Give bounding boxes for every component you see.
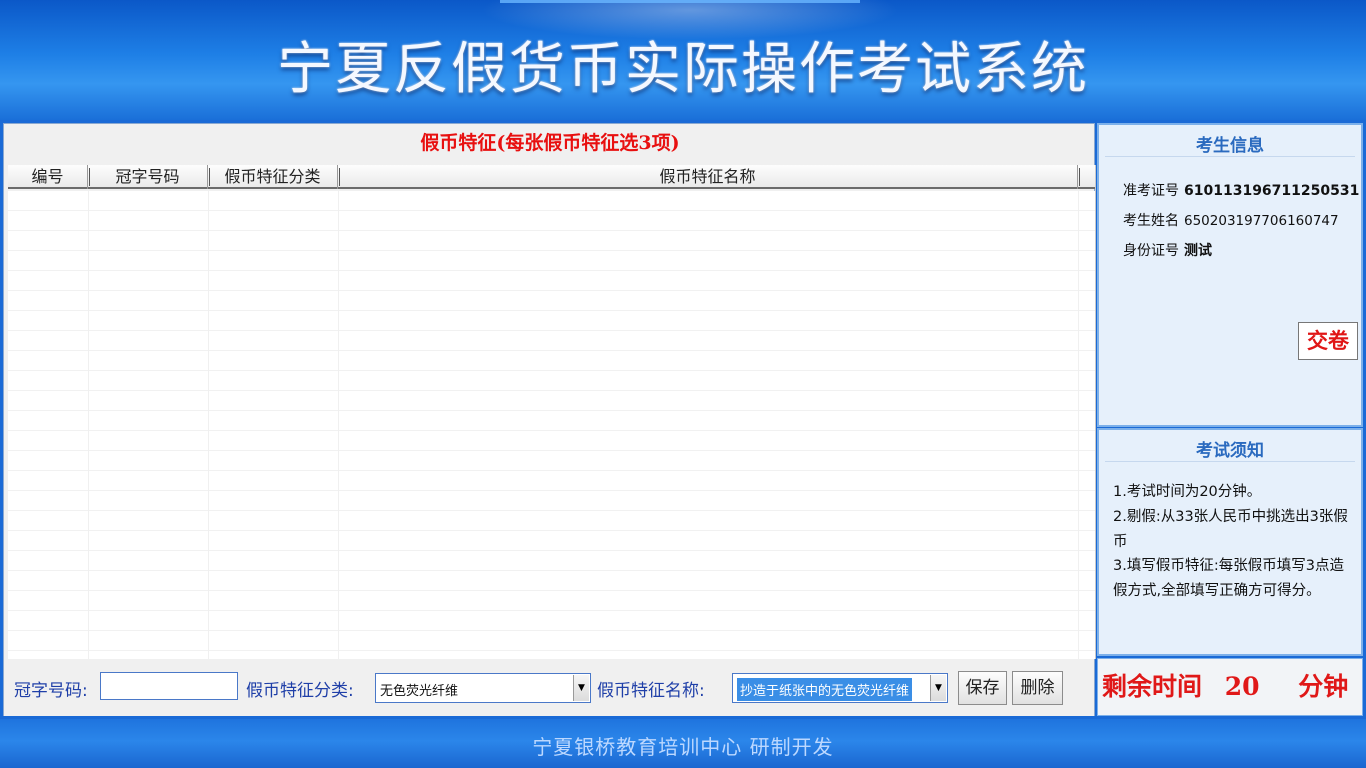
column-divider [88,191,89,659]
table-row[interactable] [8,351,1095,371]
table-row[interactable] [8,251,1095,271]
exam-id-value: 610113196711250531 [1184,183,1360,199]
id-card-row: 身份证号 测试 [1123,240,1212,260]
candidate-name-value: 650203197706160747 [1184,213,1339,229]
id-card-value: 测试 [1184,243,1212,259]
candidate-name-label: 考生姓名 [1123,213,1179,229]
column-divider [208,191,209,659]
table-row[interactable] [8,591,1095,611]
exam-id-label: 准考证号 [1123,183,1179,199]
exam-notice-title: 考试须知 [1105,436,1355,462]
counterfeit-features-panel: 假币特征(每张假币特征选3项) 编号 冠字号码 假币特征分类 假币特征名称 冠字… [3,123,1096,716]
table-row[interactable] [8,491,1095,511]
table-row[interactable] [8,231,1095,251]
category-select[interactable]: 无色荧光纤维 ▼ [375,673,591,703]
panel-title: 假币特征(每张假币特征选3项) [420,132,680,154]
table-row[interactable] [8,431,1095,451]
column-header-feature-name[interactable]: 假币特征名称 [338,165,1080,189]
table-row[interactable] [8,211,1095,231]
table-edge [1095,165,1096,659]
header-highlight [500,0,860,3]
save-button[interactable]: 保存 [958,671,1007,705]
category-label: 假币特征分类: [246,681,354,701]
feature-name-selected-value: 抄造于纸张中的无色荧光纤维 [737,678,913,701]
footer-credit: 宁夏银桥教育培训中心 研制开发 [532,735,834,759]
chevron-down-icon[interactable]: ▼ [573,675,589,701]
candidate-info-title: 考生信息 [1105,131,1355,157]
exam-id-row: 准考证号 610113196711250531 [1123,180,1359,200]
submit-exam-button[interactable]: 交卷 [1298,322,1358,360]
column-header-serial[interactable]: 冠字号码 [88,165,210,189]
table-row[interactable] [8,331,1095,351]
table-row[interactable] [8,471,1095,491]
remaining-time-display: 剩余时间 20 分钟 [1097,658,1363,716]
exam-notice-list: 1.考试时间为20分钟。 2.剔假:从33张人民币中挑选出3张假币 3.填写假币… [1113,480,1353,604]
header-banner: 宁夏反假货币实际操作考试系统 [0,0,1366,120]
table-body[interactable] [8,191,1095,659]
table-row[interactable] [8,631,1095,651]
serial-label: 冠字号码: [14,681,88,701]
timer-unit: 分钟 [1298,672,1349,701]
chevron-down-icon[interactable]: ▼ [930,675,946,701]
table-row[interactable] [8,311,1095,331]
feature-name-label: 假币特征名称: [597,681,705,701]
app-title: 宁夏反假货币实际操作考试系统 [277,37,1089,102]
table-row[interactable] [8,391,1095,411]
serial-input[interactable] [100,672,238,700]
table-row[interactable] [8,611,1095,631]
table-header: 编号 冠字号码 假币特征分类 假币特征名称 [8,165,1095,189]
table-row[interactable] [8,531,1095,551]
candidate-name-row: 考生姓名 650203197706160747 [1123,210,1339,230]
table-row[interactable] [8,191,1095,211]
exam-notice-panel: 考试须知 1.考试时间为20分钟。 2.剔假:从33张人民币中挑选出3张假币 3… [1097,428,1363,656]
timer-label: 剩余时间 [1102,672,1203,701]
notice-item: 2.剔假:从33张人民币中挑选出3张假币 [1113,508,1348,550]
table-row[interactable] [8,291,1095,311]
table-row[interactable] [8,551,1095,571]
id-card-label: 身份证号 [1123,243,1179,259]
candidate-info-panel: 考生信息 准考证号 610113196711250531 考生姓名 65020319… [1097,123,1363,427]
feature-name-select[interactable]: 抄造于纸张中的无色荧光纤维 ▼ [732,673,948,703]
table-row[interactable] [8,511,1095,531]
column-header-number[interactable]: 编号 [8,165,90,189]
table-row[interactable] [8,271,1095,291]
table-row[interactable] [8,371,1095,391]
delete-button[interactable]: 删除 [1012,671,1063,705]
category-selected-value: 无色荧光纤维 [380,684,459,699]
notice-item: 1.考试时间为20分钟。 [1113,484,1262,500]
table-row[interactable] [8,451,1095,471]
column-divider [338,191,339,659]
footer-banner: 宁夏银桥教育培训中心 研制开发 [0,719,1366,768]
table-row[interactable] [8,571,1095,591]
notice-item: 3.填写假币特征:每张假币填写3点造假方式,全部填写正确方可得分。 [1113,558,1344,600]
table-row[interactable] [8,411,1095,431]
feature-entry-bar: 冠字号码: 假币特征分类: 无色荧光纤维 ▼ 假币特征名称: 抄造于纸张中的无色… [4,660,1094,716]
column-header-category[interactable]: 假币特征分类 [208,165,340,189]
timer-value: 20 [1224,672,1260,701]
column-divider [1078,191,1079,659]
